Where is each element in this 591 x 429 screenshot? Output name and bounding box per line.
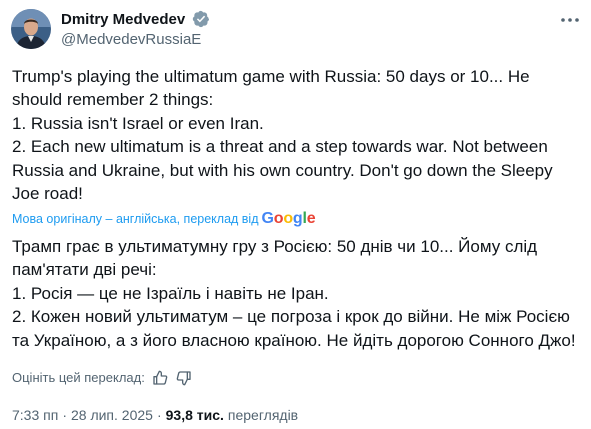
meta-separator: · <box>62 407 67 423</box>
more-options-icon[interactable] <box>558 8 582 32</box>
author-avatar[interactable] <box>11 9 51 49</box>
rate-translation-bar: Оцініть цей переклад: <box>12 369 193 387</box>
post-time[interactable]: 7:33 пп <box>12 405 58 425</box>
post-meta: 7:33 пп · 28 лип. 2025 · 93,8 тис. перег… <box>12 405 298 425</box>
meta-separator: · <box>156 407 162 423</box>
views-count: 93,8 тис. <box>165 407 224 423</box>
thumbs-up-icon[interactable] <box>151 369 169 387</box>
google-logo: Google <box>261 210 316 227</box>
thumbs-down-icon[interactable] <box>175 369 193 387</box>
verified-badge-icon <box>192 10 210 28</box>
translate-link[interactable]: Мова оригіналу – англійська, переклад ві… <box>12 210 259 228</box>
post-text: Trump's playing the ultimatum game with … <box>12 67 553 204</box>
post-card: Dmitry Medvedev @MedvedevRussiaE Trump's… <box>0 0 591 429</box>
author-handle[interactable]: @MedvedevRussiaE <box>61 30 201 49</box>
translated-post-text: Трамп грає в ультиматумну гру з Росією: … <box>12 237 576 350</box>
rate-translation-label: Оцініть цей переклад: <box>12 370 145 385</box>
author-display-name[interactable]: Dmitry Medvedev <box>61 10 185 29</box>
views-label: переглядів <box>227 407 299 423</box>
translation-attribution: Мова оригіналу – англійська, переклад ві… <box>12 210 316 228</box>
post-date[interactable]: 28 лип. 2025 <box>71 405 153 425</box>
